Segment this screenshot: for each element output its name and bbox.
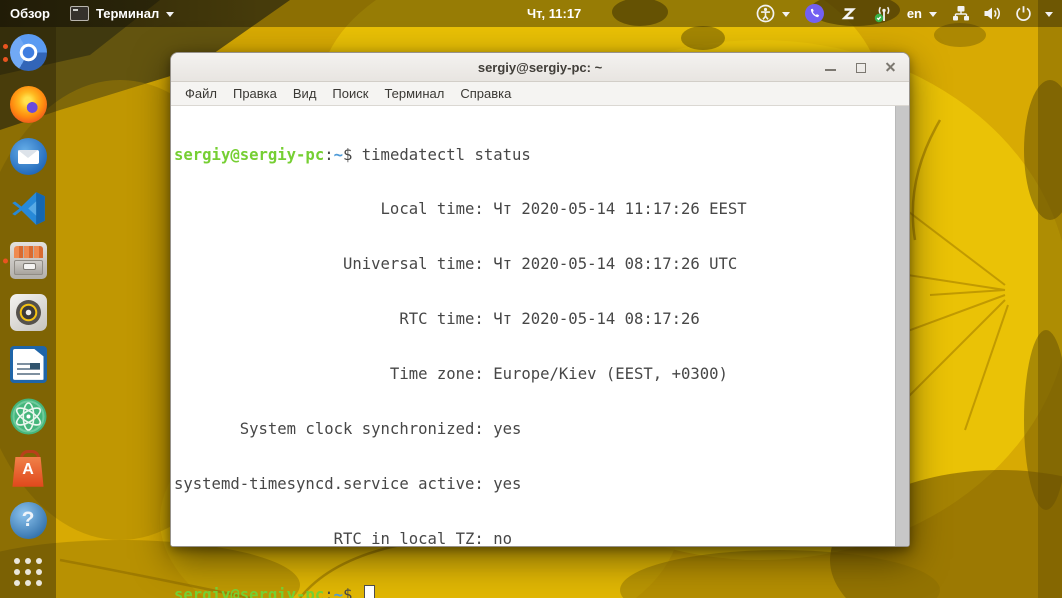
chevron-down-icon (781, 12, 790, 17)
accessibility-menu-button[interactable] (756, 4, 790, 23)
sync-status-tray-icon[interactable] (874, 5, 892, 23)
help-question-mark: ? (21, 508, 35, 532)
prompt-path: ~ (333, 145, 343, 164)
activities-label: Обзор (10, 6, 50, 21)
minimize-button[interactable] (824, 61, 837, 74)
prompt-symbol: $ (343, 585, 362, 598)
rhythmbox-icon (9, 293, 47, 331)
dock-item-help[interactable]: ? (0, 494, 56, 546)
viber-tray-icon[interactable] (804, 4, 824, 23)
terminal-output-line: RTC in local TZ: no (174, 529, 512, 548)
menu-edit[interactable]: Правка (225, 84, 285, 103)
volume-icon (984, 7, 1000, 20)
dock-item-atom[interactable] (0, 390, 56, 442)
dock: A ? (0, 27, 56, 598)
close-button[interactable] (884, 61, 897, 74)
vscode-icon (10, 190, 47, 227)
menu-search[interactable]: Поиск (324, 84, 376, 103)
dock-item-rhythmbox[interactable] (0, 287, 56, 339)
running-indicator (3, 258, 8, 264)
terminal-output-line: RTC time: Чт 2020-05-14 08:17:26 (174, 310, 700, 329)
system-menu-button[interactable] (952, 5, 1053, 22)
dock-item-thunderbird[interactable] (0, 131, 56, 183)
clock-label: Чт, 11:17 (527, 6, 582, 21)
prompt-user: sergiy@sergiy-pc (174, 585, 325, 598)
software-letter: A (22, 460, 34, 478)
prompt-separator: : (324, 585, 334, 598)
system-tray (804, 4, 892, 23)
window-titlebar[interactable]: sergiy@sergiy-pc: ~ (171, 53, 909, 82)
firefox-icon (9, 86, 47, 124)
terminal-command-line: sergiy@sergiy-pc:~$ timedatectl status (174, 146, 893, 164)
terminal-app-icon (70, 6, 89, 21)
dock-item-vscode[interactable] (0, 183, 56, 235)
prompt-separator: : (324, 145, 334, 164)
chevron-down-icon (166, 12, 175, 17)
prompt-user: sergiy@sergiy-pc (174, 145, 325, 164)
dock-item-libreoffice-writer[interactable] (0, 338, 56, 390)
terminal-content[interactable]: sergiy@sergiy-pc:~$ timedatectl status L… (171, 106, 909, 598)
menu-help[interactable]: Справка (452, 84, 519, 103)
terminal-text: sergiy@sergiy-pc:~$ timedatectl status L… (174, 109, 893, 598)
menu-terminal[interactable]: Терминал (376, 84, 452, 103)
files-icon (9, 242, 47, 280)
thunderbird-icon (9, 138, 47, 176)
window-controls (824, 53, 897, 81)
z-app-tray-icon[interactable] (841, 6, 857, 22)
menu-file[interactable]: Файл (177, 84, 225, 103)
terminal-scrollbar[interactable] (895, 106, 909, 546)
dock-item-ubuntu-software[interactable]: A (0, 442, 56, 494)
terminal-prompt-line: sergiy@sergiy-pc:~$ (174, 584, 893, 598)
power-icon (1016, 6, 1031, 21)
keyboard-layout-label: en (906, 6, 922, 21)
dock-item-files[interactable] (0, 235, 56, 287)
help-icon: ? (9, 501, 47, 539)
libreoffice-writer-icon (9, 345, 47, 383)
terminal-output-line: systemd-timesyncd.service active: yes (174, 474, 522, 493)
terminal-output-line: System clock synchronized: yes (174, 420, 522, 439)
top-panel: Обзор Терминал Чт, 11:17 en (0, 0, 1062, 27)
menu-view[interactable]: Вид (285, 84, 325, 103)
dock-item-show-applications[interactable] (0, 546, 56, 598)
running-indicator (3, 43, 8, 62)
chevron-down-icon (929, 12, 937, 17)
clock-button[interactable]: Чт, 11:17 (527, 0, 581, 27)
terminal-output-line: Time zone: Europe/Kiev (EEST, +0300) (174, 365, 728, 384)
show-applications-icon (14, 558, 42, 587)
atom-icon (10, 398, 47, 435)
terminal-output-line: Local time: Чт 2020-05-14 11:17:26 EEST (174, 200, 747, 219)
app-menu-label: Терминал (96, 6, 160, 21)
app-menu-button[interactable]: Терминал (70, 6, 175, 21)
chromium-icon (9, 34, 47, 72)
dock-item-chromium[interactable] (0, 27, 56, 79)
maximize-button[interactable] (854, 61, 867, 74)
menu-bar: Файл Правка Вид Поиск Терминал Справка (171, 82, 909, 106)
activities-button[interactable]: Обзор (10, 6, 50, 21)
terminal-cursor (363, 584, 375, 598)
prompt-path: ~ (333, 585, 343, 598)
ubuntu-software-icon: A (10, 449, 47, 487)
window-title: sergiy@sergiy-pc: ~ (477, 59, 603, 75)
chevron-down-icon (1045, 12, 1053, 17)
keyboard-layout-button[interactable]: en (907, 6, 937, 21)
terminal-output-line: Universal time: Чт 2020-05-14 08:17:26 U… (174, 255, 738, 274)
dock-item-firefox[interactable] (0, 79, 56, 131)
wired-network-icon (953, 6, 969, 21)
accessibility-icon (756, 4, 775, 23)
command-text: timedatectl status (361, 145, 531, 164)
terminal-window: sergiy@sergiy-pc: ~ Файл Правка Вид Поис… (170, 52, 910, 598)
prompt-symbol: $ (343, 145, 362, 164)
